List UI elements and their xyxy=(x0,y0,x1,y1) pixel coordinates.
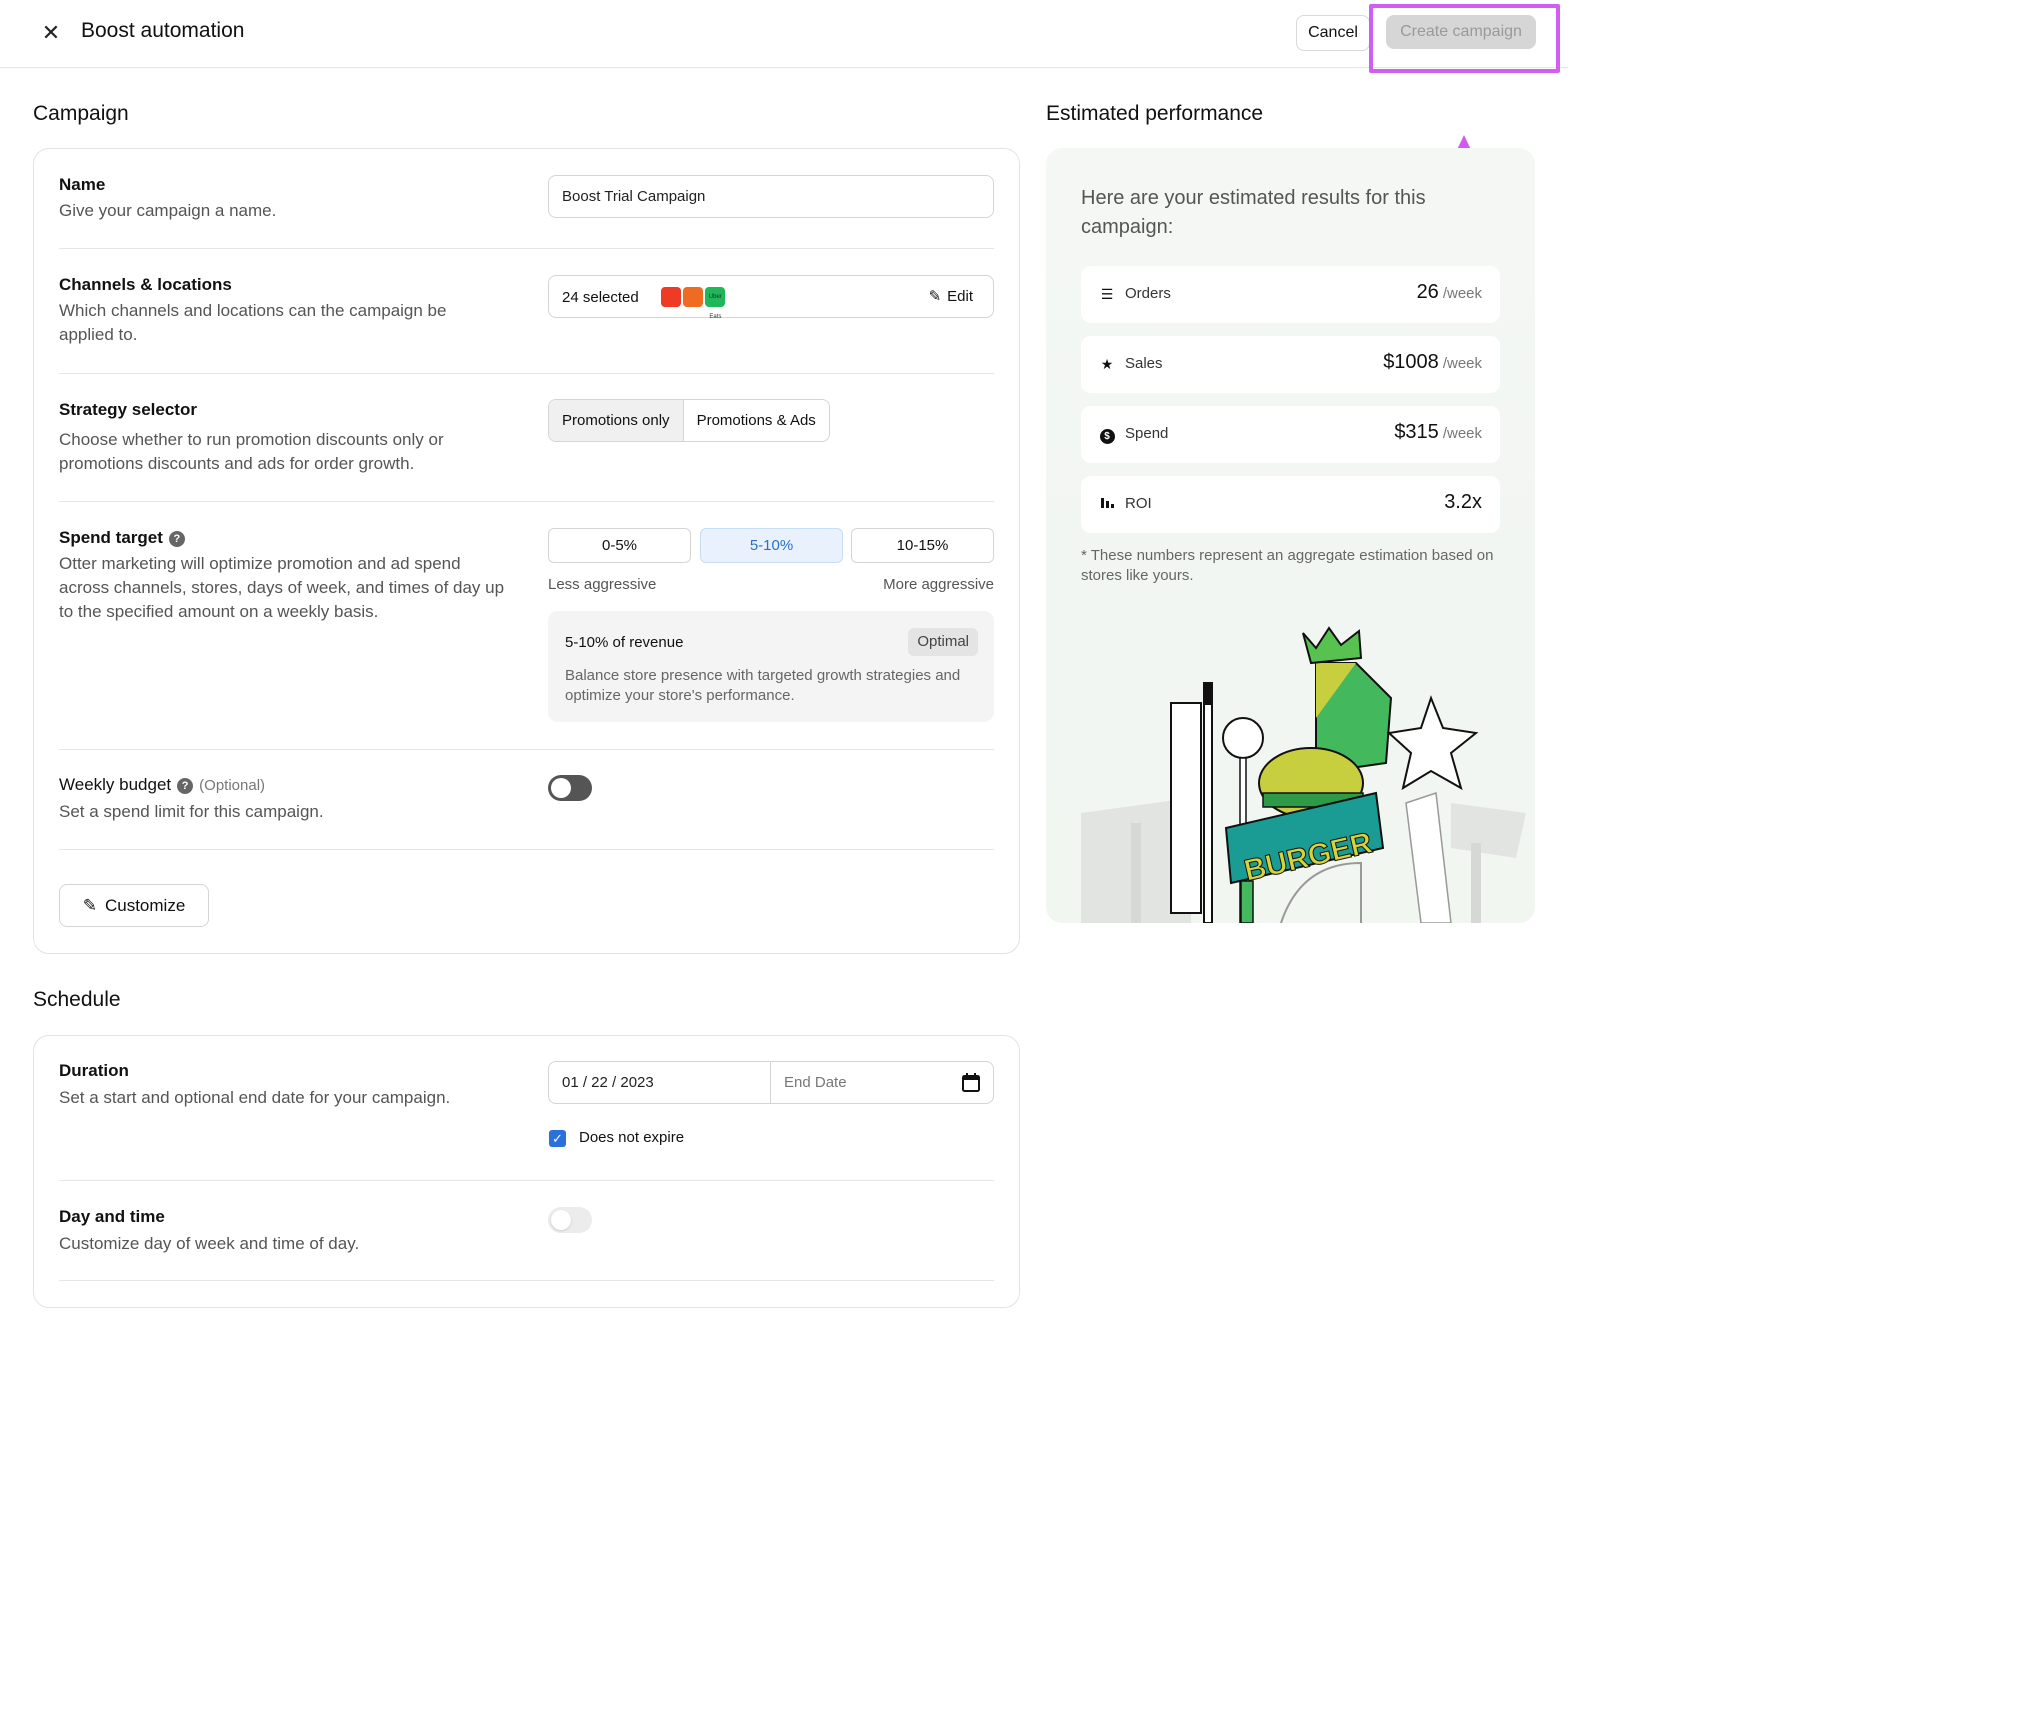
metric-unit: /week xyxy=(1442,285,1482,302)
date-range-picker: 01 / 22 / 2023 End Date xyxy=(548,1061,994,1104)
weekly-budget-toggle[interactable] xyxy=(548,775,592,801)
metric-number: $315 xyxy=(1394,421,1439,443)
schedule-section-title: Schedule xyxy=(33,988,121,1011)
pencil-icon: ✎ xyxy=(928,288,942,305)
metric-value: $1008/week xyxy=(1383,351,1482,374)
customize-button[interactable]: ✎ Customize xyxy=(59,884,209,927)
metric-sales: ★ Sales $1008/week xyxy=(1081,336,1500,393)
optimal-badge: Optimal xyxy=(908,628,978,656)
metric-number: $1008 xyxy=(1383,351,1439,373)
metric-roi: ROI 3.2x xyxy=(1081,476,1500,533)
spend-option-5-10[interactable]: 5-10% xyxy=(700,528,843,563)
day-time-description: Customize day of week and time of day. xyxy=(59,1234,360,1253)
dollar-icon: $ xyxy=(1099,425,1115,444)
pencil-icon: ✎ xyxy=(82,895,97,915)
strategy-label: Strategy selector xyxy=(59,400,197,419)
spend-target-description: Otter marketing will optimize promotion … xyxy=(59,554,505,621)
spend-option-0-5[interactable]: 0-5% xyxy=(548,528,691,563)
metric-label: ROI xyxy=(1125,495,1152,512)
spend-option-10-15[interactable]: 10-15% xyxy=(851,528,994,563)
metric-value: 3.2x xyxy=(1444,491,1482,514)
channels-edit-label: Edit xyxy=(947,288,973,305)
toggle-knob xyxy=(551,1210,571,1230)
duration-label: Duration xyxy=(59,1061,129,1080)
end-date-field[interactable]: End Date xyxy=(771,1062,993,1103)
weekly-budget-label: Weekly budget? (Optional) xyxy=(59,775,265,795)
channel-logos: Uber Eats xyxy=(661,287,726,320)
metric-label: Sales xyxy=(1125,355,1163,372)
divider xyxy=(59,1180,994,1181)
doordash-logo-icon xyxy=(661,287,681,307)
end-date-placeholder: End Date xyxy=(784,1074,847,1091)
burger-sign-illustration: BURGER xyxy=(1081,626,1526,923)
start-date-value: 01 / 22 / 2023 xyxy=(562,1074,654,1091)
strategy-description: Choose whether to run promotion discount… xyxy=(59,430,444,473)
spend-info-panel: 5-10% of revenue Optimal Balance store p… xyxy=(548,611,994,722)
name-description: Give your campaign a name. xyxy=(59,201,277,220)
orders-icon: ☰ xyxy=(1100,286,1114,302)
metric-label: Spend xyxy=(1125,425,1169,442)
channels-label: Channels & locations xyxy=(59,275,232,294)
create-campaign-button[interactable]: Create campaign xyxy=(1386,15,1536,49)
spend-target-label-text: Spend target xyxy=(59,528,163,547)
calendar-icon[interactable] xyxy=(962,1073,980,1092)
optional-tag: (Optional) xyxy=(199,777,266,794)
channels-selector[interactable]: 24 selected Uber Eats ✎ Edit xyxy=(548,275,994,320)
metric-unit: /week xyxy=(1442,425,1482,442)
divider xyxy=(59,373,994,374)
grubhub-logo-icon xyxy=(683,287,704,307)
close-icon[interactable]: ✕ xyxy=(38,20,64,46)
performance-panel: Here are your estimated results for this… xyxy=(1046,148,1535,923)
performance-note: * These numbers represent an aggregate e… xyxy=(1081,547,1494,584)
divider xyxy=(59,248,994,249)
toggle-knob xyxy=(551,778,571,798)
divider xyxy=(59,1280,994,1281)
star-icon: ★ xyxy=(1100,356,1114,372)
performance-section-title: Estimated performance xyxy=(1046,102,1264,125)
campaign-name-input-wrapper xyxy=(548,175,994,218)
metric-label: Orders xyxy=(1125,285,1171,302)
does-not-expire-label: Does not expire xyxy=(579,1129,685,1146)
strategy-segmented-control: Promotions only Promotions & Ads xyxy=(548,399,830,442)
performance-intro: Here are your estimated results for this… xyxy=(1081,187,1426,238)
channels-selected-count: 24 selected xyxy=(562,289,639,306)
strategy-option-promotions-ads[interactable]: Promotions & Ads xyxy=(684,400,829,441)
metric-number: 3.2x xyxy=(1444,491,1482,513)
metric-orders: ☰ Orders 26/week xyxy=(1081,266,1500,323)
ubereats-logo-icon: Uber Eats xyxy=(705,287,726,320)
divider xyxy=(59,849,994,850)
scale-high-label: More aggressive xyxy=(883,576,994,593)
day-time-toggle[interactable] xyxy=(548,1207,592,1233)
weekly-budget-description: Set a spend limit for this campaign. xyxy=(59,802,324,821)
bar-chart-icon xyxy=(1099,495,1115,513)
day-time-label: Day and time xyxy=(59,1207,165,1226)
divider xyxy=(59,501,994,502)
spend-info-title: 5-10% of revenue xyxy=(565,634,684,651)
metric-spend: $ Spend $315/week xyxy=(1081,406,1500,463)
does-not-expire-checkbox[interactable]: ✓ xyxy=(549,1130,566,1147)
page-title: Boost automation xyxy=(81,19,245,42)
metric-unit: /week xyxy=(1442,355,1482,372)
metric-value: 26/week xyxy=(1417,281,1482,304)
campaign-section-title: Campaign xyxy=(33,102,129,125)
divider xyxy=(59,749,994,750)
spend-info-description: Balance store presence with targeted gro… xyxy=(565,667,961,704)
duration-description: Set a start and optional end date for yo… xyxy=(59,1088,451,1107)
weekly-budget-label-text: Weekly budget xyxy=(59,775,172,794)
help-icon[interactable]: ? xyxy=(177,778,194,794)
strategy-option-promotions-only[interactable]: Promotions only xyxy=(549,400,684,441)
customize-label: Customize xyxy=(104,895,186,915)
campaign-name-input[interactable] xyxy=(549,176,993,217)
metric-number: 26 xyxy=(1416,281,1439,303)
channels-description: Which channels and locations can the cam… xyxy=(59,301,447,344)
top-bar: ✕ Boost automation Cancel Create campaig… xyxy=(0,0,1568,68)
scale-low-label: Less aggressive xyxy=(548,576,657,593)
spend-target-label: Spend target? xyxy=(59,528,185,548)
start-date-field[interactable]: 01 / 22 / 2023 xyxy=(549,1062,771,1103)
cancel-button[interactable]: Cancel xyxy=(1296,15,1370,51)
channels-edit-button[interactable]: ✎ Edit xyxy=(929,287,973,305)
help-icon[interactable]: ? xyxy=(168,531,185,547)
name-label: Name xyxy=(59,175,106,194)
metric-value: $315/week xyxy=(1394,421,1482,444)
